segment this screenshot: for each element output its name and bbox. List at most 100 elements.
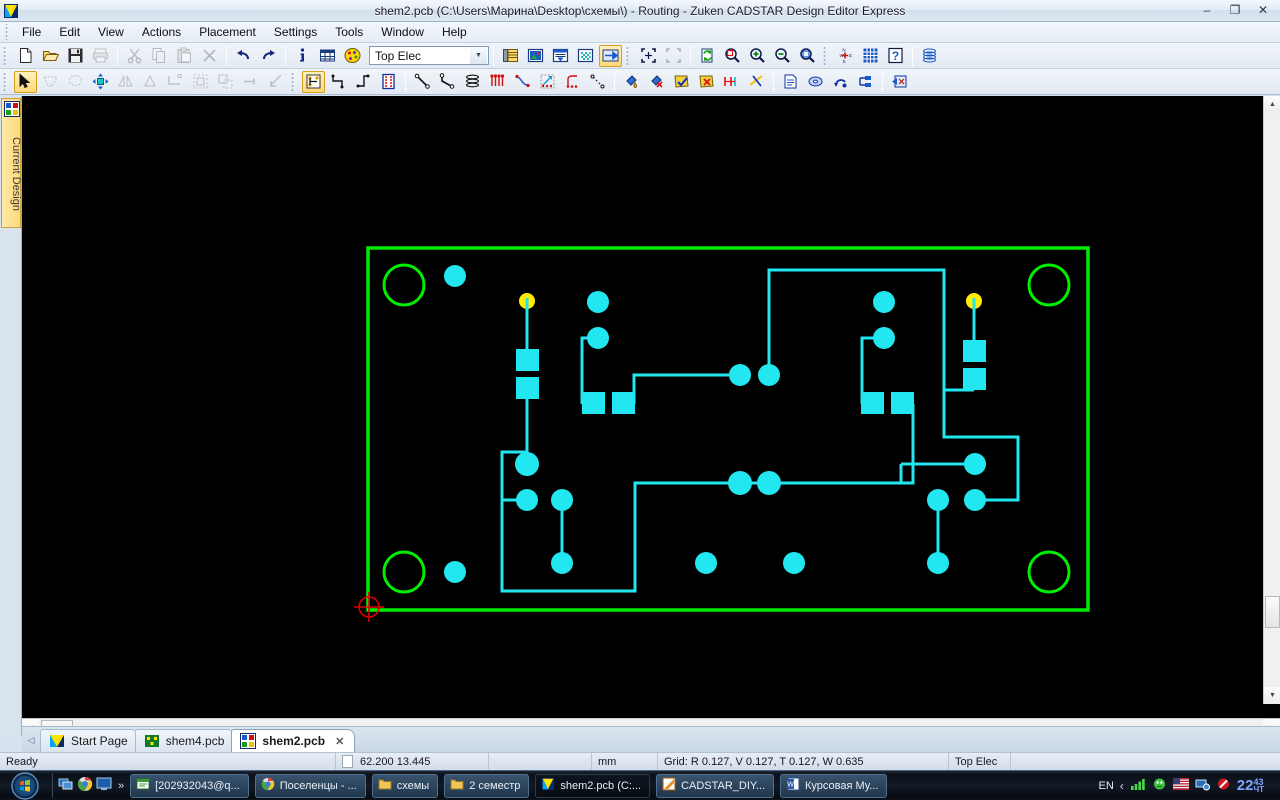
close-button[interactable]: ✕ bbox=[1250, 1, 1276, 19]
tab-shem2-pcb[interactable]: shem2.pcb ✕ bbox=[231, 729, 356, 752]
quicklaunch-switch-icon[interactable] bbox=[58, 776, 74, 795]
toolbar-grip[interactable] bbox=[3, 71, 10, 92]
redraw-button[interactable] bbox=[696, 45, 719, 67]
add-bus-button[interactable] bbox=[461, 71, 484, 93]
taskbar-item-cadstar[interactable]: shem2.pcb (C:... bbox=[535, 773, 651, 798]
flag-icon[interactable] bbox=[1172, 778, 1189, 793]
canvas-vertical-scrollbar[interactable]: ▲ ▼ bbox=[1263, 96, 1280, 704]
scroll-down-button[interactable]: ▼ bbox=[1264, 687, 1280, 704]
grid-settings-button[interactable] bbox=[859, 45, 882, 67]
action-center-icon[interactable] bbox=[1216, 777, 1231, 794]
taskbar-item-mail[interactable]: [202932043@q... bbox=[130, 773, 249, 798]
start-button[interactable] bbox=[2, 771, 48, 800]
quicklaunch-desktop-icon[interactable] bbox=[96, 776, 112, 795]
add-area-button[interactable] bbox=[670, 71, 693, 93]
colours-button[interactable] bbox=[341, 45, 364, 67]
picture-button[interactable] bbox=[524, 45, 547, 67]
taskbar-item-folder-semestr[interactable]: 2 семестр bbox=[444, 773, 530, 798]
menu-item-window[interactable]: Window bbox=[372, 23, 433, 42]
zoom-fit-button[interactable] bbox=[637, 45, 660, 67]
taskbar-item-pdf[interactable]: CADSTAR_DIY... bbox=[656, 773, 775, 798]
vertical-scroll-thumb[interactable] bbox=[1265, 596, 1280, 628]
swap-pins-button[interactable] bbox=[829, 71, 852, 93]
delete-pour-button[interactable] bbox=[645, 71, 668, 93]
unroute-connection-button[interactable] bbox=[352, 71, 375, 93]
push-aside-button[interactable] bbox=[536, 71, 559, 93]
reroute-button[interactable] bbox=[511, 71, 534, 93]
net-button[interactable] bbox=[918, 45, 941, 67]
zoom-out-button[interactable] bbox=[771, 45, 794, 67]
network-signal-icon[interactable] bbox=[1130, 777, 1146, 794]
menu-item-edit[interactable]: Edit bbox=[50, 23, 89, 42]
swap-layer-button[interactable] bbox=[599, 44, 622, 67]
taskbar-clock[interactable]: 22 43 ЧТ bbox=[1237, 777, 1274, 794]
taskbar-item-chrome[interactable]: Поселенцы - ... bbox=[254, 773, 366, 798]
menu-item-placement[interactable]: Placement bbox=[190, 23, 265, 42]
taskbar-item-folder-shemy[interactable]: схемы bbox=[371, 773, 439, 798]
toolbar-grip[interactable] bbox=[3, 45, 10, 66]
toolbar-grip[interactable] bbox=[823, 45, 830, 66]
tab-shem4-pcb[interactable]: shem4.pcb bbox=[134, 729, 236, 752]
route-connection-button[interactable] bbox=[327, 71, 350, 93]
tab-scroll-left-button[interactable]: ◁ bbox=[22, 728, 40, 752]
zoom-in-button[interactable] bbox=[746, 45, 769, 67]
pcb-canvas[interactable] bbox=[26, 100, 1254, 708]
select-tool-button[interactable] bbox=[14, 70, 37, 93]
add-bend-button[interactable] bbox=[436, 71, 459, 93]
add-track-button[interactable] bbox=[411, 71, 434, 93]
quicklaunch-overflow-button[interactable]: » bbox=[118, 780, 124, 792]
fanout-button[interactable] bbox=[561, 71, 584, 93]
autoroute-button[interactable] bbox=[486, 71, 509, 93]
move-button[interactable] bbox=[89, 71, 112, 93]
open-file-button[interactable] bbox=[39, 45, 62, 67]
back-annotate-button[interactable] bbox=[854, 71, 877, 93]
tray-expand-chevron-icon[interactable]: ‹ bbox=[1120, 779, 1124, 793]
report-button[interactable] bbox=[549, 45, 572, 67]
via-button[interactable] bbox=[804, 71, 827, 93]
toolbar-grip[interactable] bbox=[291, 71, 298, 92]
menu-item-help[interactable]: Help bbox=[433, 23, 476, 42]
taskbar-item-word[interactable]: W Курсовая Му... bbox=[780, 773, 888, 798]
add-connection-button[interactable] bbox=[302, 70, 325, 93]
layer-select[interactable]: Top Elec ▼ bbox=[369, 46, 489, 65]
chevron-down-icon[interactable]: ▼ bbox=[470, 47, 487, 64]
tab-start-page[interactable]: Start Page bbox=[40, 729, 139, 752]
delete-area-button[interactable] bbox=[695, 71, 718, 93]
info-button[interactable] bbox=[291, 45, 314, 67]
zoom-previous-button[interactable] bbox=[721, 45, 744, 67]
testpoint-button[interactable] bbox=[377, 71, 400, 93]
minimize-button[interactable]: – bbox=[1194, 1, 1220, 19]
quicklaunch-chrome-icon[interactable] bbox=[77, 776, 93, 795]
layers-button[interactable] bbox=[499, 45, 522, 67]
grid-table-button[interactable] bbox=[316, 45, 339, 67]
menu-grip[interactable] bbox=[3, 24, 11, 40]
menu-item-actions[interactable]: Actions bbox=[133, 23, 190, 42]
menu-item-tools[interactable]: Tools bbox=[326, 23, 372, 42]
toolbar-grip[interactable] bbox=[626, 45, 633, 66]
sidebar-item-current-design[interactable]: Current Design bbox=[1, 98, 22, 228]
maximize-button[interactable]: ❐ bbox=[1222, 1, 1248, 19]
redo-button[interactable] bbox=[257, 45, 280, 67]
checkerboard-button[interactable] bbox=[574, 45, 597, 67]
menu-item-file[interactable]: File bbox=[13, 23, 50, 42]
tab-close-button[interactable]: ✕ bbox=[335, 735, 344, 748]
change-shape-button bbox=[164, 71, 187, 93]
undo-button[interactable] bbox=[232, 45, 255, 67]
zoom-window-button[interactable] bbox=[796, 45, 819, 67]
measure-button[interactable] bbox=[720, 71, 743, 93]
save-file-button[interactable] bbox=[64, 45, 87, 67]
language-indicator[interactable]: EN bbox=[1099, 780, 1114, 792]
net-path-button[interactable] bbox=[586, 71, 609, 93]
design-rules-button[interactable] bbox=[888, 71, 911, 93]
scroll-up-button[interactable]: ▲ bbox=[1264, 96, 1280, 113]
drc-button[interactable] bbox=[779, 71, 802, 93]
compass-button[interactable]: NWES bbox=[834, 45, 857, 67]
menu-item-view[interactable]: View bbox=[89, 23, 133, 42]
clearance-button[interactable] bbox=[745, 71, 768, 93]
network-icon[interactable] bbox=[1195, 777, 1210, 794]
menu-item-settings[interactable]: Settings bbox=[265, 23, 326, 42]
copper-pour-button[interactable] bbox=[620, 71, 643, 93]
antivirus-icon[interactable] bbox=[1152, 777, 1167, 794]
help-context-button[interactable]: ? bbox=[884, 45, 907, 67]
new-file-button[interactable] bbox=[14, 45, 37, 67]
